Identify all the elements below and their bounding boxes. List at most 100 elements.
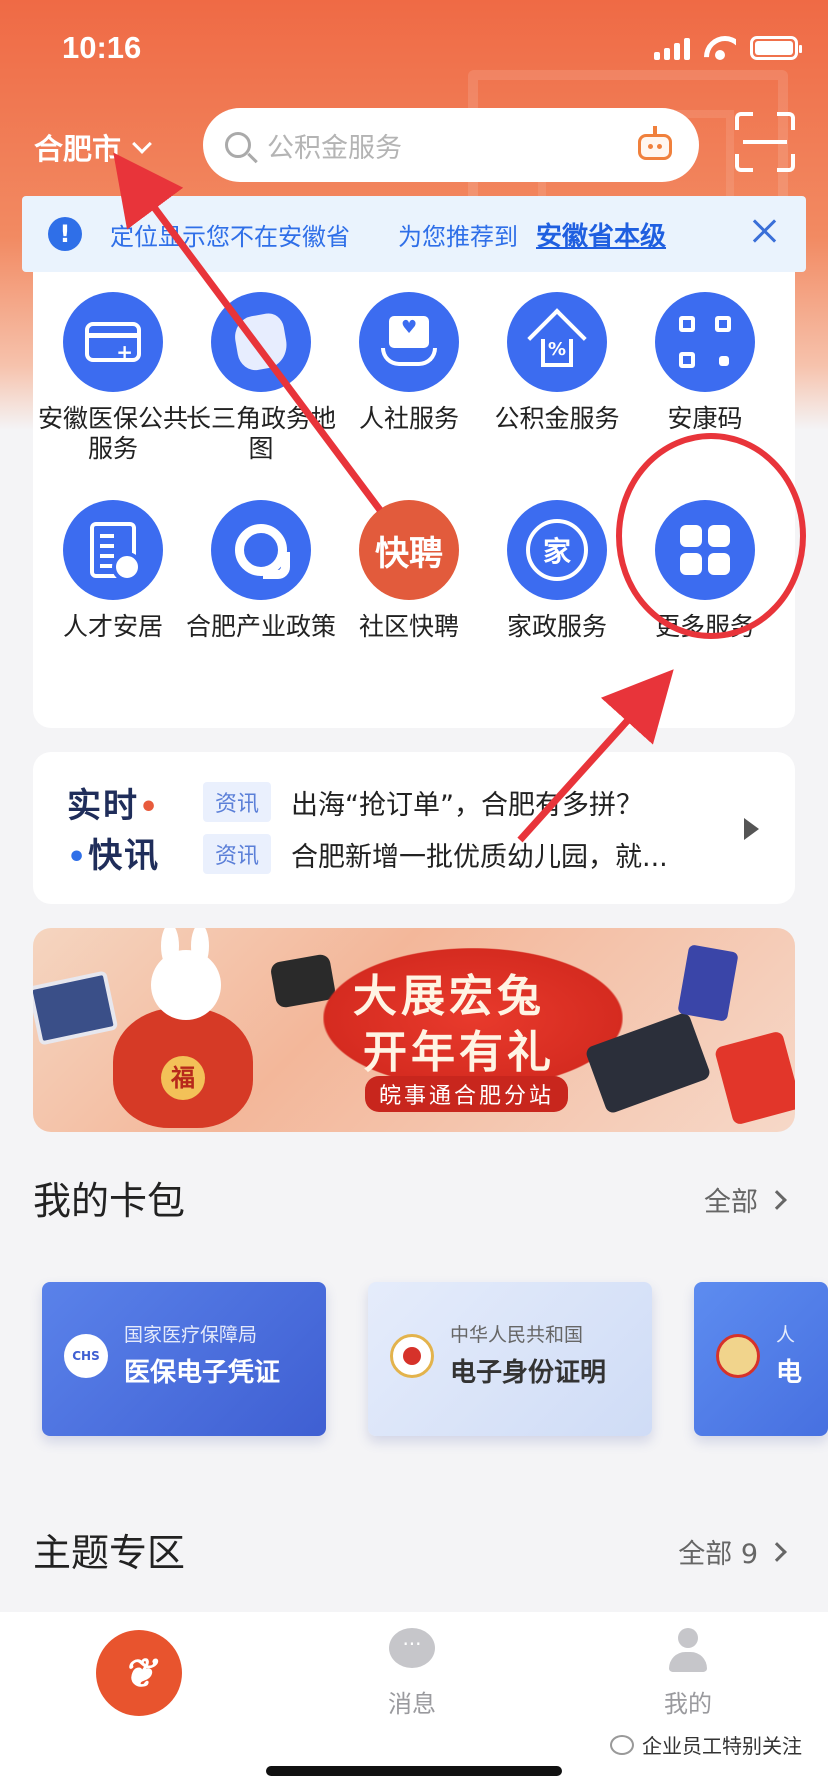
service-housekeeping[interactable]: 家 家政服务	[482, 500, 632, 642]
topics-all-label: 全部 9	[678, 1539, 758, 1570]
chevron-right-icon	[767, 1189, 787, 1210]
service-community-hiring[interactable]: 快聘 社区快聘	[334, 500, 484, 642]
service-ankang-code[interactable]: 安康码	[630, 292, 780, 434]
tab-messages[interactable]: 消息	[362, 1628, 462, 1719]
signal-icon	[654, 36, 690, 60]
news-title: 合肥新增一批优质幼儿园，就...	[291, 841, 668, 873]
document-user-icon	[63, 500, 163, 600]
city-selector[interactable]: 合肥市	[34, 126, 152, 168]
tab-bar: ❦ 消息 我的	[0, 1612, 828, 1792]
notice-text: 定位显示您不在安徽省	[110, 222, 350, 251]
wallet-all-label: 全部	[704, 1187, 758, 1218]
news-tag: 资讯	[203, 834, 272, 874]
card-name: 电	[776, 1358, 803, 1388]
service-anhui-medical[interactable]: 安徽医保公共服务	[38, 292, 188, 464]
service-label: 合肥产业政策	[186, 612, 337, 641]
service-yangtze-map[interactable]: 长三角政务地图	[186, 292, 336, 464]
service-label: 公积金服务	[494, 404, 620, 433]
news-item[interactable]: 资讯 合肥新增一批优质幼儿园，就...	[203, 834, 743, 874]
wallet-title: 我的卡包	[33, 1179, 186, 1223]
rabbit-mascot	[151, 950, 221, 1020]
chat-icon	[389, 1628, 435, 1674]
services-grid: 安徽医保公共服务 长三角政务地图 人社服务 % 公积金服务 安康码 人才安居 合…	[33, 272, 795, 728]
wallet-all-button[interactable]: 全部	[704, 1180, 787, 1219]
service-talent-housing[interactable]: 人才安居	[38, 500, 188, 642]
policy-icon	[211, 500, 311, 600]
card-issuer: 人	[776, 1324, 796, 1346]
banner-title-2: 开年有礼	[363, 1027, 555, 1078]
notice-recommend: 为您推荐到	[398, 222, 518, 251]
battery-icon	[750, 36, 802, 60]
service-housing-fund[interactable]: % 公积金服务	[482, 292, 632, 434]
search-placeholder: 公积金服务	[267, 132, 402, 164]
kuaipin-icon: 快聘	[359, 500, 459, 600]
service-label: 人社服务	[358, 404, 459, 433]
close-icon[interactable]	[750, 216, 780, 246]
status-icons	[654, 36, 802, 60]
province-link[interactable]: 安徽省本级	[536, 216, 666, 253]
housekeeping-icon: 家	[507, 500, 607, 600]
city-name: 合肥市	[34, 132, 122, 166]
service-label: 长三角政务地图	[186, 404, 337, 463]
status-time: 10:16	[62, 30, 142, 65]
banner-subtitle: 皖事通合肥分站	[365, 1076, 569, 1112]
service-label: 社区快聘	[358, 612, 459, 641]
medical-card-icon	[63, 292, 163, 392]
watermark: 企业员工特别关注	[610, 1730, 802, 1759]
fu-badge: 福	[161, 1056, 205, 1100]
tab-home[interactable]: ❦	[96, 1630, 182, 1716]
card-issuer: 中华人民共和国	[450, 1324, 584, 1346]
news-ticker[interactable]: 实时• •快讯 资讯 出海“抢订单”，合肥有多拼？ 资讯 合肥新增一批优质幼儿园…	[33, 752, 795, 904]
search-bar[interactable]: 公积金服务	[203, 108, 699, 182]
electronic-id-card[interactable]: 中华人民共和国 电子身份证明	[368, 1282, 652, 1436]
service-label: 家政服务	[506, 612, 607, 641]
play-icon[interactable]	[744, 818, 759, 840]
card-name: 电子身份证明	[450, 1358, 607, 1388]
red-envelope-image	[713, 1030, 795, 1126]
emblem-icon	[716, 1334, 760, 1378]
topics-all-button[interactable]: 全部 9	[678, 1532, 787, 1571]
wifi-icon	[704, 36, 736, 60]
scan-icon[interactable]	[735, 112, 795, 172]
map-icon	[211, 292, 311, 392]
news-title: 出海“抢订单”，合肥有多拼？	[291, 789, 643, 821]
housing-fund-icon: %	[507, 292, 607, 392]
service-social-security[interactable]: 人社服务	[334, 292, 484, 434]
more-grid-icon	[655, 500, 755, 600]
service-label: 人才安居	[62, 612, 163, 641]
medical-insurance-card[interactable]: CHS 国家医疗保障局 医保电子凭证	[42, 1282, 326, 1436]
news-item[interactable]: 资讯 出海“抢订单”，合肥有多拼？	[203, 782, 743, 822]
card-name: 医保电子凭证	[124, 1358, 281, 1388]
user-icon	[665, 1628, 711, 1674]
service-more[interactable]: 更多服务	[630, 500, 780, 642]
service-label: 安康码	[667, 404, 743, 433]
service-label: 安徽医保公共服务	[38, 404, 189, 463]
search-icon	[225, 132, 251, 158]
tab-label: 我的	[664, 1690, 712, 1718]
qr-code-icon	[655, 292, 755, 392]
chevron-down-icon	[132, 134, 152, 154]
tab-me[interactable]: 我的	[638, 1628, 738, 1719]
service-industry-policy[interactable]: 合肥产业政策	[186, 500, 336, 642]
tab-label: 消息	[388, 1690, 436, 1718]
social-security-icon	[359, 292, 459, 392]
banner-title: 大展宏兔	[353, 971, 545, 1022]
news-tag: 资讯	[203, 782, 272, 822]
tablet-image	[33, 970, 119, 1046]
robot-assistant-icon[interactable]	[635, 126, 675, 162]
status-bar: 10:16	[0, 0, 828, 100]
chevron-right-icon	[767, 1541, 787, 1562]
national-emblem-icon	[390, 1334, 434, 1378]
wechat-icon	[610, 1734, 634, 1755]
card-issuer: 国家医疗保障局	[124, 1324, 258, 1346]
news-brand: 实时• •快讯	[67, 786, 161, 876]
home-logo-icon: ❦	[122, 1649, 156, 1697]
topics-title: 主题专区	[33, 1531, 186, 1575]
location-notice: ! 定位显示您不在安徽省 为您推荐到 安徽省本级	[22, 196, 806, 272]
service-label: 更多服务	[654, 612, 755, 641]
promo-banner[interactable]: 福 大展宏兔 开年有礼 皖事通合肥分站	[33, 928, 795, 1132]
card-image	[677, 944, 739, 1022]
exclamation-icon: !	[48, 217, 82, 251]
third-card[interactable]: 人 电	[694, 1282, 828, 1436]
chs-logo: CHS	[64, 1334, 108, 1378]
